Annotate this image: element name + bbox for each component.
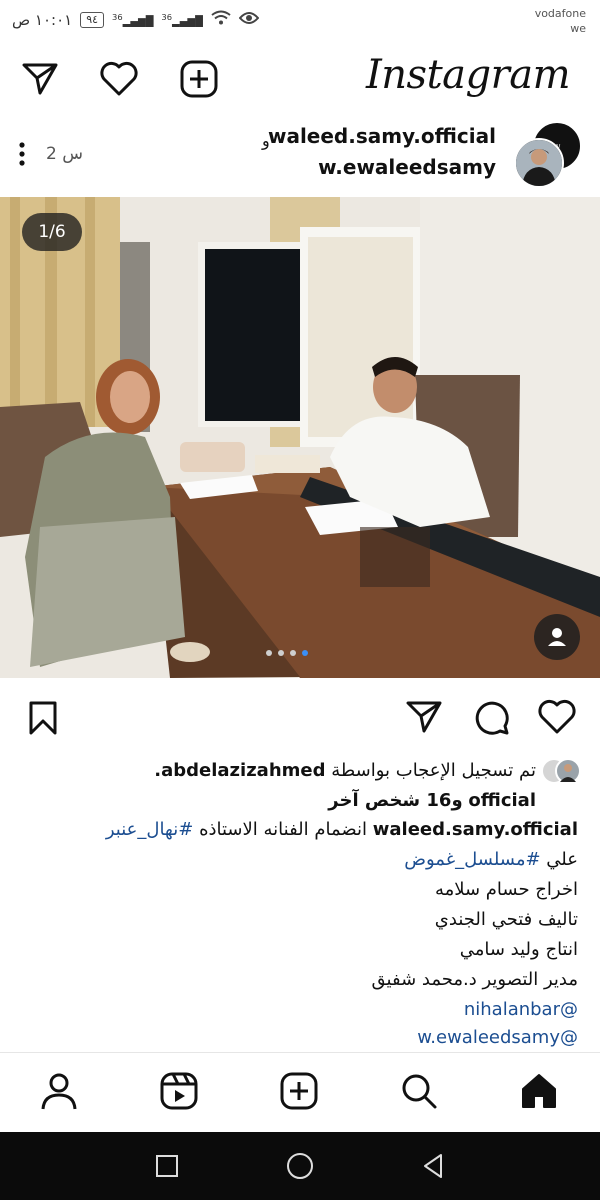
carousel-dot	[302, 650, 308, 656]
carousel-page-counter: 1/6	[22, 213, 82, 251]
caption-cinematographer: مدير التصوير د.محمد شفيق	[371, 969, 578, 990]
comment-icon[interactable]	[471, 697, 511, 737]
carrier-label: vodafone we	[535, 6, 586, 36]
caption-writer: تاليف فتحي الجندي	[434, 909, 578, 930]
caption-line-2: علي #مسلسل_غموض	[18, 845, 578, 875]
likes-line-2: official و16 شخص آخر	[16, 786, 536, 816]
likes-user-end[interactable]: official	[468, 790, 536, 811]
share-icon[interactable]	[404, 697, 444, 737]
direct-send-icon[interactable]	[20, 60, 60, 98]
bookmark-icon[interactable]	[24, 699, 62, 737]
battery-indicator: ٩٤	[80, 12, 105, 28]
carousel-dot	[278, 650, 284, 656]
post-photo[interactable]	[0, 197, 600, 678]
carousel-dot	[266, 650, 272, 656]
caption-username[interactable]: waleed.samy.official	[373, 819, 578, 840]
search-icon[interactable]	[398, 1070, 440, 1112]
caption-producer: انتاج وليد سامي	[459, 939, 578, 960]
caption-text: انضمام الفنانه الاستاذه	[199, 819, 368, 840]
home-button[interactable]	[285, 1151, 315, 1181]
heart-icon[interactable]	[98, 60, 140, 98]
likes-count[interactable]: و16 شخص آخر	[328, 790, 462, 811]
profile-icon[interactable]	[38, 1070, 80, 1112]
avatar-2[interactable]	[514, 138, 564, 188]
hashtag-nihal[interactable]: #نهال_عنبر	[106, 819, 194, 840]
new-post-icon[interactable]	[179, 60, 219, 98]
signal-icon-2: 36▂▄▆█	[161, 12, 203, 28]
mention-ewaleedsamy[interactable]: w.ewaleedsamy@	[18, 1023, 578, 1053]
eye-icon	[238, 11, 260, 29]
caption-line2-prefix: علي	[546, 849, 578, 870]
back-button[interactable]	[419, 1152, 447, 1180]
liker-avatars[interactable]	[541, 756, 581, 786]
carrier-line-1: vodafone	[534, 7, 586, 20]
reels-icon[interactable]	[158, 1070, 200, 1112]
instagram-logo[interactable]: Instagram	[366, 52, 571, 98]
more-options-icon[interactable]	[14, 141, 30, 167]
author-username-2[interactable]: w.ewaleedsamy	[318, 155, 496, 179]
likes-prefix: تم تسجيل الإعجاب بواسطة	[331, 760, 536, 781]
status-time: ١٠:٠١ ص	[12, 11, 73, 29]
tagged-people-button[interactable]	[534, 614, 580, 660]
carousel-indicator	[266, 650, 308, 656]
home-icon[interactable]	[518, 1070, 560, 1112]
status-bar: ١٠:٠١ ص ٩٤ 36▂▄▆█ 36▂▄▆█ vodafone we	[0, 0, 600, 44]
wifi-icon	[211, 10, 231, 30]
recents-button[interactable]	[153, 1152, 181, 1180]
caption-line-1: waleed.samy.official انضمام الفنانه الاس…	[18, 815, 578, 845]
likes-user[interactable]: abdelazizahmed.	[154, 760, 325, 781]
caption-director: اخراج حسام سلامه	[434, 879, 578, 900]
status-left: ١٠:٠١ ص ٩٤ 36▂▄▆█ 36▂▄▆█	[12, 10, 260, 30]
hashtag-series[interactable]: #مسلسل_غموض	[404, 849, 540, 870]
author-username-1[interactable]: waleed.samy.official	[268, 124, 496, 148]
mention-nihalanbar[interactable]: nihalanbar@	[18, 995, 578, 1025]
create-icon[interactable]	[278, 1070, 320, 1112]
carousel-dot	[290, 650, 296, 656]
signal-icon: 36▂▄▆█	[112, 12, 154, 28]
post-time: 2 س	[46, 144, 83, 164]
likes-line-1: تم تسجيل الإعجاب بواسطة abdelazizahmed.	[16, 756, 536, 786]
carrier-line-2: we	[570, 22, 586, 35]
like-icon[interactable]	[535, 697, 579, 737]
